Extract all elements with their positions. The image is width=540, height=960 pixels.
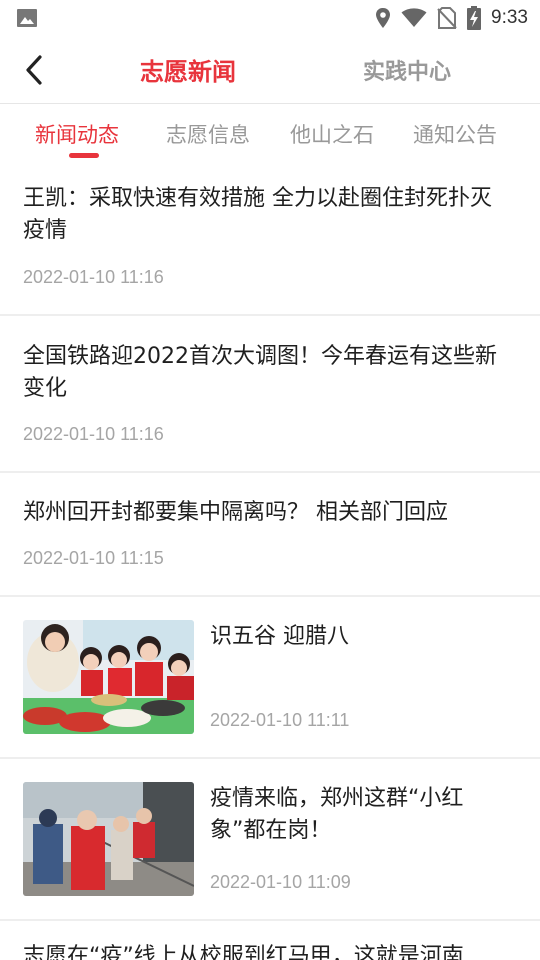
- news-date: 2022-01-10 11:15: [23, 548, 164, 568]
- subtab-volunteer-info[interactable]: 志愿信息: [166, 119, 250, 149]
- subtab-notices[interactable]: 通知公告: [413, 119, 497, 149]
- news-date: 2022-01-10 11:16: [23, 267, 164, 287]
- news-title: 王凯：采取快速有效措施 全力以赴圈住封死扑灭疫情: [23, 186, 492, 243]
- news-title: 郑州回开封都要集中隔离吗？ 相关部门回应: [23, 500, 448, 525]
- subtab-news-updates[interactable]: 新闻动态: [35, 119, 119, 149]
- news-date: 2022-01-10 11:09: [210, 872, 351, 892]
- status-bar: 9:33: [0, 0, 540, 36]
- no-sim-icon: [437, 7, 457, 29]
- top-nav-bar: 志愿新闻 实践中心: [0, 36, 540, 104]
- news-list-item[interactable]: 全国铁路迎2022首次大调图！今年春运有这些新变化 2022-01-10 11:…: [0, 316, 540, 473]
- news-thumbnail: [23, 620, 194, 734]
- news-title: 识五谷 迎腊八: [210, 624, 349, 649]
- news-title: 志愿在“疫”线上从校服到红马甲，这就是河南: [23, 944, 464, 960]
- news-date: 2022-01-10 11:11: [210, 710, 350, 730]
- volunteers-photo: [23, 782, 194, 896]
- news-date: 2022-01-10 11:16: [23, 424, 164, 444]
- news-thumbnail: [23, 782, 194, 896]
- news-list-item[interactable]: 疫情来临，郑州这群“小红象”都在岗！ 2022-01-10 11:09: [0, 759, 540, 921]
- clock-time: 9:33: [491, 7, 528, 28]
- back-button[interactable]: [14, 50, 54, 90]
- active-tab-indicator: [69, 153, 99, 158]
- news-list-item[interactable]: 郑州回开封都要集中隔离吗？ 相关部门回应 2022-01-10 11:15: [0, 473, 540, 597]
- tab-volunteer-news[interactable]: 志愿新闻: [140, 52, 236, 87]
- tab-practice-center[interactable]: 实践中心: [363, 54, 451, 86]
- battery-charging-icon: [467, 6, 482, 30]
- wifi-icon: [401, 8, 427, 27]
- sub-tab-bar: 新闻动态 志愿信息 他山之石 通知公告: [0, 105, 540, 163]
- news-list-item[interactable]: 识五谷 迎腊八 2022-01-10 11:11: [0, 597, 540, 759]
- location-icon: [376, 8, 391, 28]
- news-title: 全国铁路迎2022首次大调图！今年春运有这些新变化: [23, 344, 497, 401]
- children-grains-photo: [23, 620, 194, 734]
- news-list-item[interactable]: 志愿在“疫”线上从校服到红马甲，这就是河南: [0, 921, 540, 960]
- news-title: 疫情来临，郑州这群“小红象”都在岗！: [210, 786, 464, 843]
- news-list-item[interactable]: 王凯：采取快速有效措施 全力以赴圈住封死扑灭疫情 2022-01-10 11:1…: [0, 163, 540, 316]
- chevron-left-icon: [26, 55, 42, 85]
- image-icon: [17, 9, 37, 27]
- subtab-lessons-from-others[interactable]: 他山之石: [290, 119, 374, 149]
